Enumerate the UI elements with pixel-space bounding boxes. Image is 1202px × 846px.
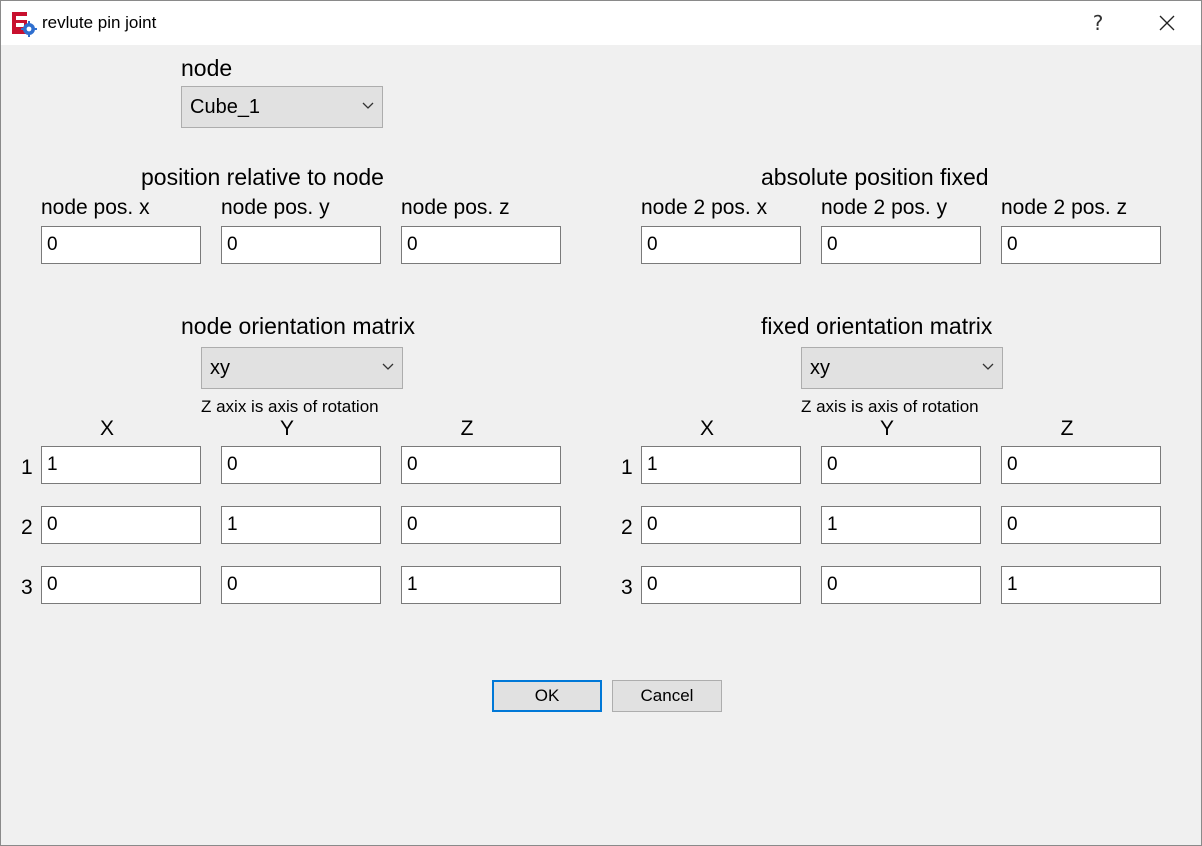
- fixed-matrix-r2-z[interactable]: 0: [1001, 506, 1161, 544]
- fixed-row-1-label: 1: [621, 456, 633, 479]
- fixed-matrix-r2-x[interactable]: 0: [641, 506, 801, 544]
- node-pos-z-label: node pos. z: [401, 196, 510, 219]
- node-orientation-select[interactable]: xy: [201, 347, 403, 389]
- cancel-button[interactable]: Cancel: [612, 680, 722, 712]
- node-pos-y-field[interactable]: 0: [221, 226, 381, 264]
- node-matrix-r2-z[interactable]: 0: [401, 506, 561, 544]
- node-col-z-header: Z: [460, 417, 474, 440]
- node2-pos-y-field[interactable]: 0: [821, 226, 981, 264]
- node-select[interactable]: Cube_1: [181, 86, 383, 128]
- fixed-orientation-heading: fixed orientation matrix: [761, 313, 993, 339]
- chevron-down-icon: [382, 363, 394, 370]
- node-orientation-note: Z axix is axis of rotation: [201, 397, 379, 416]
- fixed-row-2-label: 2: [621, 516, 633, 539]
- fixed-matrix-r3-z[interactable]: 1: [1001, 566, 1161, 604]
- node-matrix-r3-z[interactable]: 1: [401, 566, 561, 604]
- fixed-row-3-label: 3: [621, 576, 633, 599]
- node-matrix-r1-x[interactable]: 1: [41, 446, 201, 484]
- node-matrix-r2-y[interactable]: 1: [221, 506, 381, 544]
- node-row-1-label: 1: [21, 456, 33, 479]
- fixed-matrix-r2-y[interactable]: 1: [821, 506, 981, 544]
- node-col-y-header: Y: [279, 417, 294, 440]
- fixed-col-y-header: Y: [879, 417, 894, 440]
- node-label: node: [181, 55, 233, 81]
- node-row-2-label: 2: [21, 516, 33, 539]
- fixed-orientation-select[interactable]: xy: [801, 347, 1003, 389]
- help-button[interactable]: ?: [1078, 5, 1118, 41]
- node2-pos-y-label: node 2 pos. y: [821, 196, 948, 219]
- node-orientation-select-value: xy: [210, 357, 230, 379]
- ok-button[interactable]: OK: [492, 680, 602, 712]
- node-col-x-header: X: [99, 417, 114, 440]
- node-matrix-r3-y[interactable]: 0: [221, 566, 381, 604]
- close-button[interactable]: [1141, 5, 1193, 41]
- node2-pos-z-field[interactable]: 0: [1001, 226, 1161, 264]
- absolute-position-heading: absolute position fixed: [761, 164, 989, 190]
- fixed-col-z-header: Z: [1060, 417, 1074, 440]
- node-pos-x-label: node pos. x: [41, 196, 150, 219]
- fixed-matrix-r3-y[interactable]: 0: [821, 566, 981, 604]
- fixed-orientation-select-value: xy: [810, 357, 830, 379]
- fixed-matrix-r1-y[interactable]: 0: [821, 446, 981, 484]
- fixed-col-x-header: X: [699, 417, 714, 440]
- node-select-value: Cube_1: [190, 96, 261, 118]
- node2-pos-x-label: node 2 pos. x: [641, 196, 768, 219]
- fixed-matrix-r1-z[interactable]: 0: [1001, 446, 1161, 484]
- node-orientation-heading: node orientation matrix: [181, 313, 415, 339]
- node-pos-x-field[interactable]: 0: [41, 226, 201, 264]
- node-pos-z-field[interactable]: 0: [401, 226, 561, 264]
- fixed-orientation-note: Z axis is axis of rotation: [801, 397, 979, 416]
- fixed-matrix-r1-x[interactable]: 1: [641, 446, 801, 484]
- node2-pos-x-field[interactable]: 0: [641, 226, 801, 264]
- freecad-app-icon: [12, 12, 37, 37]
- node-matrix-r1-z[interactable]: 0: [401, 446, 561, 484]
- node-matrix-r1-y[interactable]: 0: [221, 446, 381, 484]
- title-bar: revlute pin joint ?: [1, 1, 1201, 45]
- dialog-window: revlute pin joint ? node Cube_1 position…: [0, 0, 1202, 846]
- node-pos-y-label: node pos. y: [221, 196, 330, 219]
- chevron-down-icon: [362, 102, 374, 109]
- node-matrix-r2-x[interactable]: 0: [41, 506, 201, 544]
- node-row-3-label: 3: [21, 576, 33, 599]
- window-title: revlute pin joint: [42, 13, 157, 32]
- close-icon: [1159, 15, 1175, 31]
- node2-pos-z-label: node 2 pos. z: [1001, 196, 1128, 219]
- position-relative-heading: position relative to node: [141, 164, 384, 190]
- node-matrix-r3-x[interactable]: 0: [41, 566, 201, 604]
- chevron-down-icon: [982, 363, 994, 370]
- fixed-matrix-r3-x[interactable]: 0: [641, 566, 801, 604]
